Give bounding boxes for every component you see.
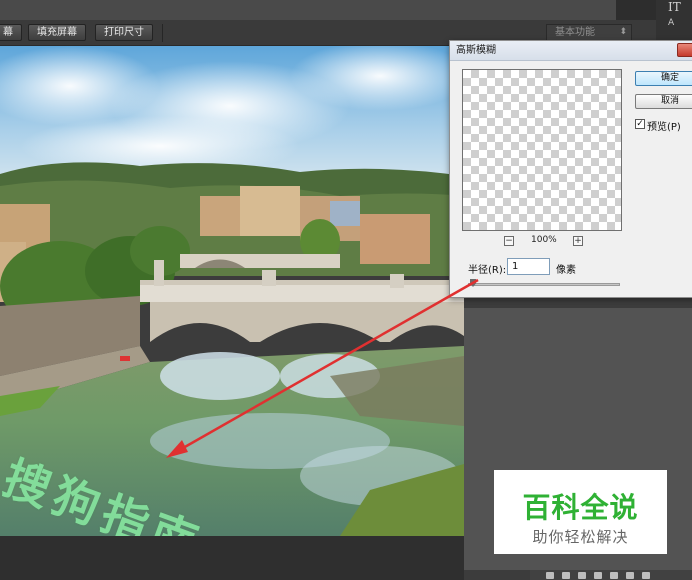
trash-icon[interactable] [642, 572, 650, 579]
menu-strip [0, 0, 616, 20]
zoom-in-button[interactable]: + [573, 236, 583, 246]
adjustment-icon[interactable] [594, 572, 602, 579]
brand-title: 百科全说 [522, 491, 639, 524]
brand-subtitle: 助你轻松解决 [532, 528, 629, 546]
fill-screen-button[interactable]: 填充屏幕 [28, 24, 86, 41]
character-tool-icon[interactable]: A [668, 18, 674, 28]
preview-checkbox-label: 预览(P) [647, 122, 681, 133]
cancel-button[interactable]: 取消 [635, 94, 692, 109]
panel-tab-strip [464, 298, 692, 308]
status-area [0, 536, 464, 580]
dialog-title[interactable]: 高斯模糊 [450, 41, 692, 61]
toolbar-divider [162, 24, 163, 42]
radius-slider[interactable] [468, 283, 620, 286]
zoom-level: 100% [531, 235, 557, 245]
close-icon[interactable] [677, 43, 692, 57]
ok-button[interactable]: 确定 [635, 71, 692, 86]
print-size-button[interactable]: 打印尺寸 [95, 24, 153, 41]
radius-label: 半径(R): [468, 265, 507, 276]
photoshop-window: 幕 填充屏幕 打印尺寸 基本功能 ⬍ IT A 搜狗指南 高斯模糊 − 100%… [0, 0, 692, 580]
fx-icon[interactable] [562, 572, 570, 579]
link-icon[interactable] [546, 572, 554, 579]
radius-input[interactable]: 1 [507, 258, 550, 275]
fit-screen-button[interactable]: 幕 [0, 24, 22, 41]
zoom-out-button[interactable]: − [504, 236, 514, 246]
folder-icon[interactable] [610, 572, 618, 579]
radius-unit: 像素 [556, 265, 576, 276]
brand-card: 百科全说 助你轻松解决 [494, 470, 667, 554]
gaussian-blur-dialog: 高斯模糊 − 100% + 半径(R): 1 像素 确定 取消 ✓ 预览(P) [449, 40, 692, 298]
blur-preview-area[interactable] [462, 69, 622, 231]
workspace-label: 基本功能 [555, 27, 595, 38]
text-tool-icon[interactable]: IT [668, 0, 681, 14]
chevron-updown-icon: ⬍ [619, 27, 627, 37]
new-layer-icon[interactable] [626, 572, 634, 579]
workspace-select[interactable]: 基本功能 ⬍ [546, 24, 632, 41]
mask-icon[interactable] [578, 572, 586, 579]
preview-checkbox[interactable]: ✓ [635, 119, 645, 129]
